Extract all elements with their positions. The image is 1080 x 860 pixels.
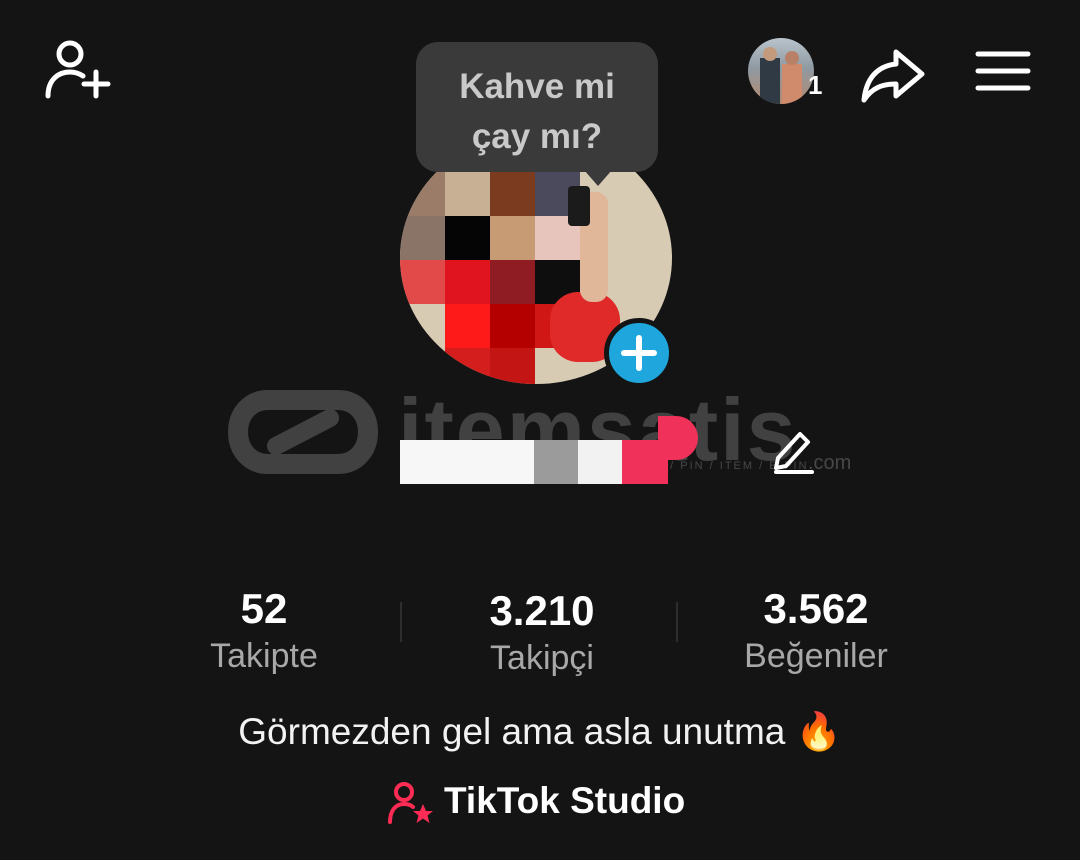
menu-button[interactable] — [970, 46, 1036, 96]
likes-label: Beğeniler — [744, 637, 888, 675]
pencil-icon — [774, 432, 814, 474]
hamburger-menu-icon — [975, 51, 1031, 91]
edit-profile-button[interactable] — [756, 414, 830, 482]
person-plus-icon — [45, 40, 111, 99]
stat-following[interactable]: 52 Takipte — [134, 584, 394, 678]
followers-label: Takipçi — [490, 639, 594, 677]
add-story-button[interactable] — [604, 318, 674, 388]
account-switch-button[interactable]: 1 — [748, 38, 830, 106]
stat-likes[interactable]: 3.562 Beğeniler — [686, 584, 946, 678]
pixel-block — [490, 172, 535, 216]
plus-icon — [621, 335, 657, 371]
stat-divider — [676, 602, 678, 642]
pixel-block — [445, 348, 490, 384]
pixel-block — [490, 304, 535, 348]
pixel-block — [490, 260, 535, 304]
share-arrow-icon — [861, 49, 925, 103]
following-count: 52 — [240, 585, 288, 632]
studio-label: TikTok Studio — [444, 780, 686, 821]
pixel-block — [445, 260, 490, 304]
pixel-block — [400, 216, 445, 260]
avatar-photo-icon — [760, 47, 802, 104]
stat-followers[interactable]: 3.210 Takipçi — [412, 586, 672, 680]
likes-count: 3.562 — [763, 585, 869, 632]
note-bubble[interactable]: Kahve mi çay mı? — [416, 42, 658, 186]
redaction-block — [534, 440, 578, 484]
person-star-icon — [388, 782, 433, 824]
add-friend-button[interactable] — [40, 38, 112, 104]
redaction-block — [400, 440, 534, 484]
watermark-logo-icon — [228, 390, 378, 474]
share-profile-button[interactable] — [858, 46, 928, 106]
pixel-block — [400, 172, 445, 216]
pixel-block — [445, 172, 490, 216]
pixel-block — [490, 216, 535, 260]
note-text: Kahve mi çay mı? — [459, 67, 615, 156]
pixel-block — [445, 304, 490, 348]
account-avatar — [748, 38, 814, 104]
phone-shape — [568, 186, 590, 226]
redaction-block — [578, 440, 622, 484]
account-notification-count: 1 — [808, 70, 823, 100]
stat-divider — [400, 602, 402, 642]
pixel-block — [400, 260, 445, 304]
followers-count: 3.210 — [489, 587, 595, 634]
following-label: Takipte — [210, 637, 318, 675]
username-redacted — [400, 416, 698, 484]
profile-bio: Görmezden gel ama asla unutma 🔥 — [238, 711, 842, 752]
pixel-block — [490, 348, 535, 384]
pixel-block — [445, 216, 490, 260]
